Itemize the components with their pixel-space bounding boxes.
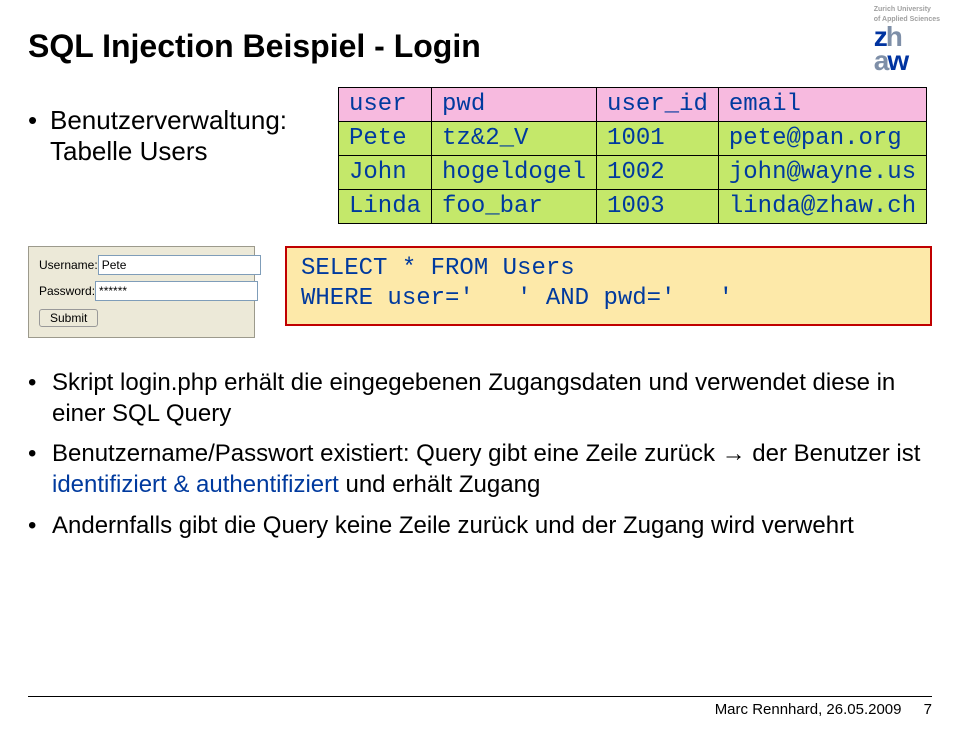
table-row: John hogeldogel 1002 john@wayne.us [339,156,927,190]
university-logo: Zurich University of Applied Sciences zh… [874,6,940,73]
table-header-row: user pwd user_id email [339,88,927,122]
login-form: Username: Password: Submit [28,246,255,338]
intro-line-1: Benutzerverwaltung: Tabelle Users [28,105,328,167]
submit-button[interactable]: Submit [39,309,98,327]
bullet-item: Skript login.php erhält die eingegebenen… [28,368,932,429]
users-table: user pwd user_id email Pete tz&2_V 1001 … [338,87,927,224]
col-user: user [339,88,432,122]
col-email: email [718,88,926,122]
bullet-item: Benutzername/Passwort existiert: Query g… [28,439,932,500]
username-input[interactable] [98,255,261,275]
logo-tagline-1: Zurich University [874,6,940,14]
table-row: Linda foo_bar 1003 linda@zhaw.ch [339,190,927,224]
sql-query-box: SELECT * FROM Users WHERE user=' ' AND p… [285,246,932,326]
col-pwd: pwd [432,88,597,122]
col-userid: user_id [597,88,719,122]
password-label: Password: [39,284,95,298]
table-row: Pete tz&2_V 1001 pete@pan.org [339,122,927,156]
footer-author-date: Marc Rennhard, 26.05.2009 [715,701,902,718]
slide-title: SQL Injection Beispiel - Login [28,28,932,65]
explanation-list: Skript login.php erhält die eingegebenen… [28,368,932,542]
slide-footer: Marc Rennhard, 26.05.2009 7 [28,696,932,718]
bullet-item: Andernfalls gibt die Query keine Zeile z… [28,511,932,542]
password-input[interactable] [95,281,258,301]
logo-mark: zh aw [874,25,940,73]
username-label: Username: [39,258,98,272]
intro-list: Benutzerverwaltung: Tabelle Users [28,105,328,171]
footer-page-number: 7 [924,701,932,718]
